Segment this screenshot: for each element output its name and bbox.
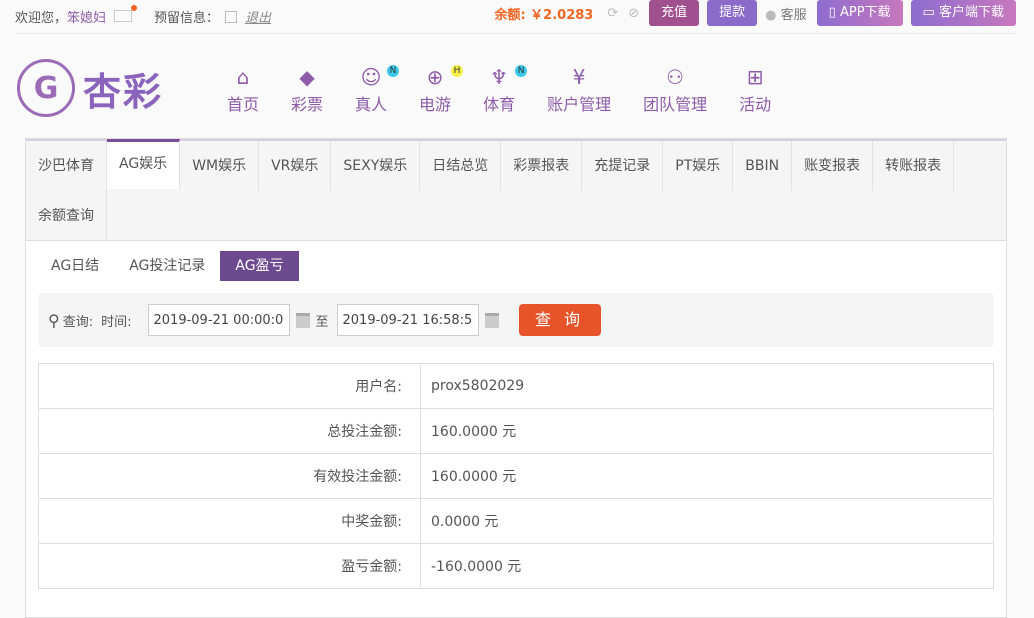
nav-label: 账户管理 — [547, 95, 612, 114]
gift-icon: ⊞ — [746, 65, 764, 89]
table-row: 盈亏金额: -160.0000 元 — [38, 543, 994, 589]
logo-text: 杏彩 — [83, 69, 164, 114]
welcome-text: 欢迎您， — [15, 11, 68, 26]
tab[interactable]: 转账报表 — [873, 141, 955, 191]
search-icon: ⚲ — [48, 310, 60, 330]
top-bar: 欢迎您， 笨媳妇 预留信息： 退出 余额: ￥2.0283 ⟳ ⊘ 充值 提款 … — [15, 0, 1016, 34]
row-label: 中奖金额: — [38, 498, 421, 544]
query-label: 查询: — [62, 314, 94, 330]
team-icon: ⚇ — [666, 65, 685, 89]
tab[interactable]: 余额查询 — [26, 191, 107, 241]
query-bar: ⚲ 查询: 时间: 至 查 询 — [38, 293, 994, 347]
trophy-icon: ♆ — [490, 65, 509, 89]
tab[interactable]: WM娱乐 — [180, 141, 260, 191]
nav-label: 电游 — [419, 95, 452, 114]
phone-icon: ▯ — [828, 5, 836, 20]
home-icon: ⌂ — [236, 65, 250, 89]
tab[interactable]: SEXY娱乐 — [331, 141, 421, 191]
tab[interactable]: BBIN — [733, 141, 793, 191]
logo-emblem: G — [17, 59, 75, 117]
ticket-icon: ◆ — [299, 65, 315, 89]
nav-item[interactable]: ¥ 账户管理 — [547, 63, 611, 115]
subtab[interactable]: AG日结 — [36, 251, 114, 281]
row-value: 0.0000 元 — [420, 498, 994, 544]
table-row: 有效投注金额: 160.0000 元 — [38, 453, 994, 499]
row-value: 160.0000 元 — [420, 408, 994, 454]
gamepad-icon: ⊕ — [426, 65, 444, 89]
client-download-button[interactable]: ▭ 客户端下载 — [910, 0, 1016, 26]
start-time-input[interactable] — [147, 304, 290, 336]
mail-icon[interactable] — [114, 4, 138, 22]
row-label: 有效投注金额: — [38, 453, 421, 499]
deposit-button[interactable]: 充值 — [649, 0, 700, 26]
nav-badge: H — [451, 65, 464, 77]
nav-badge: N — [387, 65, 400, 77]
nav-label: 体育 — [483, 95, 516, 114]
subtab[interactable]: AG投注记录 — [114, 251, 220, 281]
report-panel: 沙巴体育 AG娱乐 WM娱乐 VR娱乐 SEXY娱乐 日结总览 彩票报表 充提记录 PT娱乐 BB… — [25, 138, 1007, 618]
app-download-button[interactable]: ▯ APP下载 — [816, 0, 903, 26]
logo[interactable]: G 杏彩 — [17, 59, 163, 117]
hide-balance-icon[interactable]: ⊘ — [628, 6, 639, 21]
query-button[interactable]: 查 询 — [518, 304, 601, 336]
nav-item[interactable]: ⊞ 活动 — [739, 63, 771, 115]
table-row: 总投注金额: 160.0000 元 — [38, 408, 994, 454]
nav-label: 彩票 — [291, 95, 324, 114]
calendar-icon[interactable] — [484, 312, 499, 328]
balance: 余额: ￥2.0283 — [494, 7, 594, 23]
subtab[interactable]: AG盈亏 — [220, 251, 299, 281]
tab[interactable]: 彩票报表 — [501, 141, 583, 191]
nav-item[interactable]: ◆ 彩票 — [291, 63, 323, 115]
calendar-icon[interactable] — [295, 312, 310, 328]
tab[interactable]: 充提记录 — [582, 141, 664, 191]
row-label: 用户名: — [38, 363, 421, 409]
row-value: prox5802029 — [420, 363, 994, 409]
logout-link[interactable]: 退出 — [245, 7, 271, 26]
client-download-label: 客户端下载 — [938, 5, 1004, 20]
monitor-icon: ▭ — [922, 5, 935, 20]
tab[interactable]: PT娱乐 — [663, 141, 734, 191]
end-time-input[interactable] — [336, 304, 479, 336]
to-label: 至 — [315, 314, 329, 330]
nav-label: 首页 — [227, 95, 260, 114]
row-value: 160.0000 元 — [420, 453, 994, 499]
nav-item[interactable]: ⊕ H 电游 — [419, 63, 464, 115]
tab[interactable]: VR娱乐 — [259, 141, 332, 191]
tab[interactable]: 日结总览 — [420, 141, 502, 191]
withdraw-button[interactable]: 提款 — [707, 0, 758, 26]
nav-item[interactable]: ♆ N 体育 — [483, 63, 528, 115]
nav-label: 团队管理 — [643, 95, 708, 114]
tab[interactable]: AG娱乐 — [107, 139, 181, 189]
edit-icon[interactable] — [225, 10, 238, 23]
username[interactable]: 笨媳妇 — [67, 7, 106, 26]
app-download-label: APP下载 — [839, 5, 891, 20]
reserved-info-label: 预留信息： — [154, 11, 220, 26]
customer-service-link[interactable]: ● 客服 — [765, 4, 807, 23]
table-row: 中奖金额: 0.0000 元 — [38, 498, 994, 544]
refresh-icon[interactable]: ⟳ — [607, 6, 618, 21]
row-label: 盈亏金额: — [38, 543, 421, 589]
nav-label: 真人 — [355, 95, 388, 114]
time-label: 时间: — [101, 314, 132, 330]
live-dealer-icon: ☺ — [360, 65, 382, 89]
table-row: 用户名: prox5802029 — [38, 363, 994, 409]
summary-table: 用户名: prox5802029 总投注金额: 160.0000 元有效投注金额: 16… — [38, 363, 994, 589]
service-icon: ● — [765, 7, 777, 23]
nav-label: 活动 — [739, 95, 772, 114]
row-value: -160.0000 元 — [420, 543, 994, 589]
nav-badge: N — [515, 65, 528, 77]
yen-icon: ¥ — [572, 65, 586, 89]
nav-item[interactable]: ⚇ 团队管理 — [643, 63, 707, 115]
tab[interactable]: 沙巴体育 — [26, 141, 107, 191]
tab[interactable]: 账变报表 — [792, 141, 874, 191]
nav-item[interactable]: ☺ N 真人 — [355, 63, 400, 115]
nav-item[interactable]: ⌂ 首页 — [227, 63, 259, 115]
service-label: 客服 — [780, 7, 807, 23]
row-label: 总投注金额: — [38, 408, 421, 454]
